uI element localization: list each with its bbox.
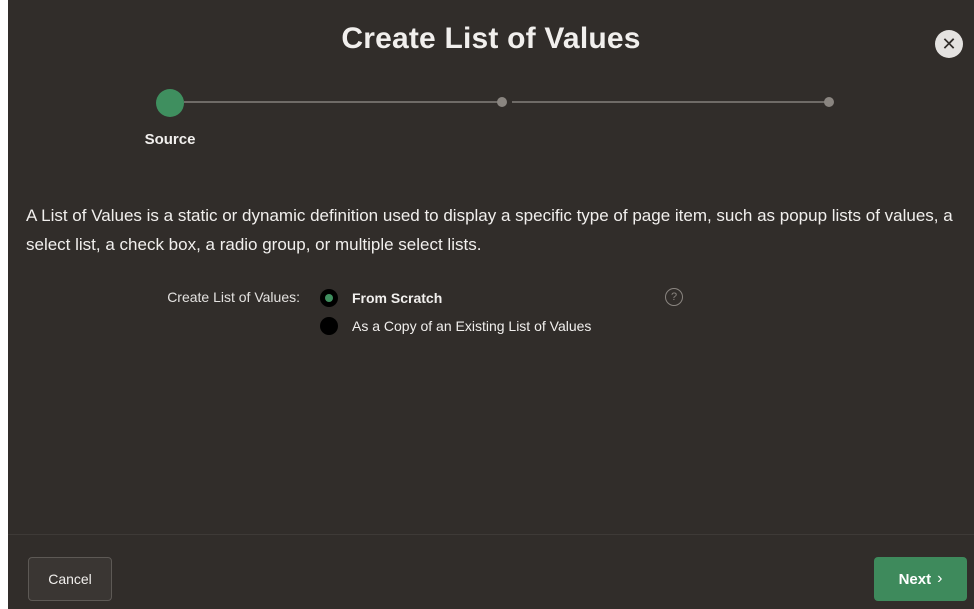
wizard-connector (184, 101, 502, 103)
create-lov-dialog: Create List of Values ✕ Source A List of… (8, 0, 974, 609)
cancel-button[interactable]: Cancel (28, 557, 112, 601)
radio-from-scratch[interactable]: From Scratch (320, 289, 442, 307)
radio-button[interactable] (320, 317, 338, 335)
wizard-step-3-marker (824, 97, 834, 107)
help-icon[interactable]: ? (665, 288, 683, 306)
footer-divider (8, 534, 974, 535)
wizard-connector (512, 101, 829, 103)
radio-label: As a Copy of an Existing List of Values (352, 318, 592, 334)
radio-copy-existing[interactable]: As a Copy of an Existing List of Values (320, 317, 591, 335)
description-text: A List of Values is a static or dynamic … (26, 206, 953, 254)
next-button[interactable]: Next › (874, 557, 967, 601)
next-button-label: Next (898, 570, 932, 588)
create-lov-field-label: Create List of Values: (167, 289, 300, 305)
wizard-step-source-marker (156, 89, 184, 117)
wizard-step-source-label: Source (144, 131, 196, 148)
radio-label: From Scratch (352, 290, 443, 306)
chevron-right-icon: › (937, 570, 943, 587)
wizard-progress: Source (8, 0, 974, 160)
radio-button-selected[interactable] (320, 289, 338, 307)
wizard-step-2-marker (497, 97, 507, 107)
